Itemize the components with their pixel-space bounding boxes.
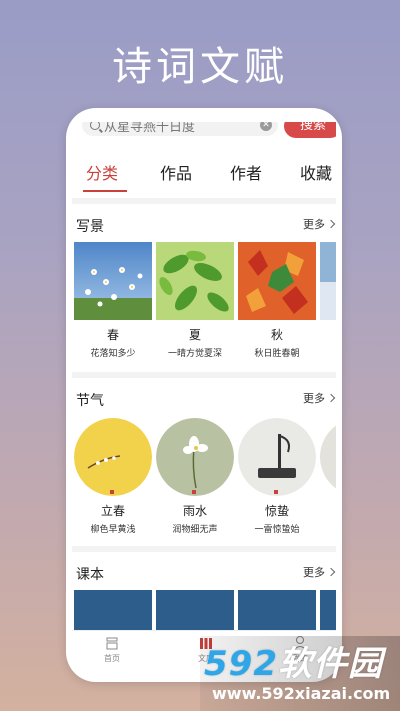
hero-title: 诗词文赋 [112,44,288,90]
card-subtitle: 柳色早黄浅 [90,525,136,535]
category-tabs: 分类 作品 作者 收藏 [72,140,336,198]
more-link[interactable]: 更多 [303,216,336,232]
section-textbook: 课本 更多 [72,552,336,642]
section-scenery: 写景 更多 春 花落知多少 夏 一晴方觉夏深 秋 秋日胜春朝 [72,204,336,372]
search-placeholder: 从星寻燕千日度 [104,122,196,135]
chevron-right-icon [326,567,336,577]
card-title: 立春 [100,504,125,518]
autumn-image [238,242,316,320]
watermark-number: 592 [204,644,278,684]
card-subtitle: 一雷惊蛰始 [254,525,300,535]
yushui-image [156,418,234,496]
textbook-cover[interactable] [156,590,234,630]
scenery-card-summer[interactable]: 夏 一晴方觉夏深 [156,242,234,359]
lichun-image [74,418,152,496]
watermark: 592软件园 www.592xiazai.com [200,636,400,711]
more-label: 更多 [303,392,325,405]
textbook-cover[interactable] [238,590,316,630]
close-circle-icon[interactable]: ✕ [260,122,272,131]
card-title: 秋 [270,328,283,342]
card-subtitle: 花落知多少 [90,349,136,359]
more-link[interactable]: 更多 [303,564,336,580]
nav-home[interactable]: 首页 [92,635,132,664]
section-solar-terms: 节气 更多 立春 柳色早黄浅 雨水 润物细无声 惊蛰 一雷惊蛰始 [72,378,336,546]
tab-works[interactable]: 作品 [160,160,192,184]
winter-image [320,242,336,320]
search-input[interactable]: 从星寻燕千日度 ✕ [82,122,278,136]
scenery-card-winter-partial[interactable] [320,242,336,320]
solar-term-card-yushui[interactable]: 雨水 润物细无声 [156,418,234,535]
phone-frame: 从星寻燕千日度 ✕ 搜索 分类 作品 作者 收藏 写景 更多 春 花落知多少 夏… [66,108,342,682]
watermark-brand: 592软件园 [204,636,383,685]
search-button[interactable]: 搜索 [284,122,336,138]
section-title: 课本 [76,567,104,583]
solar-term-card-lichun[interactable]: 立春 柳色早黄浅 [74,418,152,535]
watermark-text: 软件园 [277,644,383,684]
summer-image [156,242,234,320]
active-tab-indicator [83,190,127,192]
more-link[interactable]: 更多 [303,390,336,406]
card-title: 夏 [188,328,201,342]
nav-label: 首页 [104,654,120,663]
tab-favorites[interactable]: 收藏 [300,160,332,184]
partial-image [320,418,336,496]
jingzhe-image [238,418,316,496]
chevron-right-icon [326,219,336,229]
card-title: 春 [106,328,119,342]
more-label: 更多 [303,218,325,231]
card-title: 雨水 [182,504,207,518]
search-icon [90,122,100,130]
home-icon [104,635,120,651]
card-subtitle: 秋日胜春朝 [254,349,300,359]
section-title: 节气 [76,393,104,409]
textbook-cover[interactable] [74,590,152,630]
search-bar: 从星寻燕千日度 ✕ 搜索 [72,122,336,140]
textbook-cover[interactable] [320,590,336,630]
more-label: 更多 [303,566,325,579]
solar-term-card-partial[interactable] [320,418,336,496]
card-subtitle: 润物细无声 [172,525,218,535]
section-title: 写景 [76,219,104,235]
chevron-right-icon [326,393,336,403]
watermark-url: www.592xiazai.com [212,684,391,703]
solar-term-card-jingzhe[interactable]: 惊蛰 一雷惊蛰始 [238,418,316,535]
card-subtitle: 一晴方觉夏深 [167,349,222,359]
scenery-card-spring[interactable]: 春 花落知多少 [74,242,152,359]
card-title: 惊蛰 [264,504,289,518]
tab-authors[interactable]: 作者 [230,160,262,184]
spring-image [74,242,152,320]
app-screen: 从星寻燕千日度 ✕ 搜索 分类 作品 作者 收藏 写景 更多 春 花落知多少 夏… [72,122,336,666]
scenery-card-autumn[interactable]: 秋 秋日胜春朝 [238,242,316,359]
tab-category[interactable]: 分类 [86,160,118,184]
